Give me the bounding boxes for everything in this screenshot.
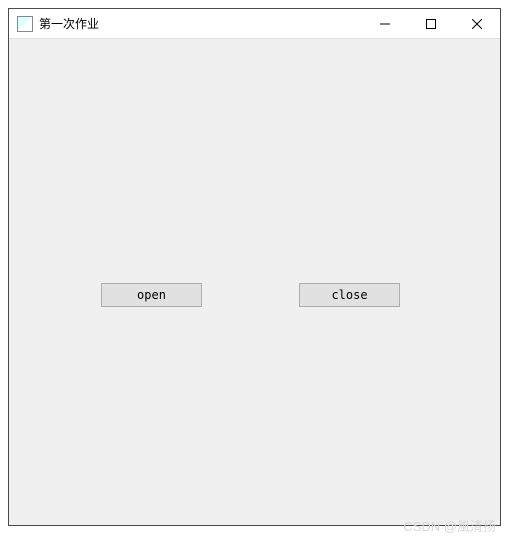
close-button[interactable] — [454, 9, 500, 38]
titlebar: 第一次作业 — [9, 9, 500, 39]
client-area: open close — [9, 39, 500, 525]
maximize-button[interactable] — [408, 9, 454, 38]
close-icon — [472, 19, 482, 29]
minimize-icon — [380, 19, 390, 29]
open-button[interactable]: open — [101, 283, 202, 307]
minimize-button[interactable] — [362, 9, 408, 38]
window-title: 第一次作业 — [39, 15, 99, 32]
application-window: 第一次作业 open close — [8, 8, 501, 526]
close-action-button[interactable]: close — [299, 283, 400, 307]
maximize-icon — [426, 19, 436, 29]
window-controls — [362, 9, 500, 38]
app-icon — [17, 16, 33, 32]
